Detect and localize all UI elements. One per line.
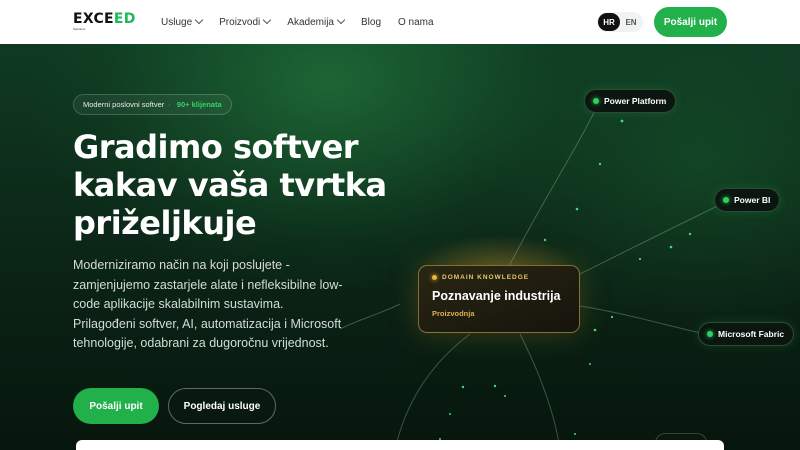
badge-text: Moderni poslovni softver bbox=[83, 100, 165, 109]
nav-label: Blog bbox=[360, 16, 381, 28]
green-dot-icon bbox=[593, 98, 599, 104]
logo-text: EXCEED bbox=[73, 11, 136, 27]
language-switcher: HR EN bbox=[597, 12, 643, 32]
domain-knowledge-card: DOMAIN KNOWLEDGE Poznavanje industrija P… bbox=[418, 265, 580, 333]
node-microsoft-fabric: Microsoft Fabric bbox=[698, 322, 795, 346]
line-down-left bbox=[394, 333, 471, 450]
logo-subtext: Solutions bbox=[73, 27, 86, 31]
send-inquiry-button[interactable]: Pošalji upit bbox=[73, 388, 159, 424]
nav-item-o-nama[interactable]: O nama bbox=[398, 14, 434, 30]
gold-dot-icon bbox=[432, 275, 437, 280]
card-kicker: DOMAIN KNOWLEDGE bbox=[432, 274, 566, 281]
node-power-platform: Power Platform bbox=[584, 89, 677, 113]
badge-highlight: 90+ klijenata bbox=[176, 100, 222, 109]
nav-item-usluge[interactable]: Usluge bbox=[161, 14, 204, 30]
main-nav: Usluge Proizvodi Akademija Blog O nama bbox=[161, 14, 451, 30]
line-to-microsoft-fabric bbox=[579, 305, 706, 335]
nav-item-akademija[interactable]: Akademija bbox=[287, 14, 346, 30]
line-to-power-bi bbox=[559, 199, 731, 285]
exceed-logo[interactable]: EXCEED Solutions bbox=[73, 12, 137, 32]
card-kicker-text: DOMAIN KNOWLEDGE bbox=[442, 274, 530, 281]
green-dot-icon bbox=[723, 197, 729, 203]
header-send-inquiry-button[interactable]: Pošalji upit bbox=[654, 7, 727, 37]
chevron-down-icon bbox=[336, 15, 346, 25]
view-services-button[interactable]: Pogledaj usluge bbox=[168, 388, 276, 424]
node-label: Power BI bbox=[734, 195, 771, 205]
hero-badge: Moderni poslovni softver · 90+ klijenata bbox=[73, 94, 232, 115]
logo-accent-text: ED bbox=[113, 11, 136, 27]
badge-separator: · bbox=[168, 100, 171, 109]
line-down-center bbox=[519, 333, 561, 450]
nav-label: Akademija bbox=[287, 16, 334, 28]
node-label: Microsoft Fabric bbox=[718, 329, 785, 339]
chevron-down-icon bbox=[263, 15, 272, 25]
nav-label: Usluge bbox=[161, 16, 193, 28]
bottom-panel-edge bbox=[76, 440, 724, 450]
line-left bbox=[339, 303, 401, 330]
node-power-bi: Power BI bbox=[714, 188, 781, 212]
nav-label: Proizvodi bbox=[219, 16, 261, 28]
hero-description: Moderniziramo način na koji poslujete - … bbox=[73, 258, 343, 350]
node-label: Power Platform bbox=[604, 96, 667, 106]
top-navigation-bar: EXCEED Solutions Usluge Proizvodi Akadem… bbox=[0, 0, 800, 44]
chevron-down-icon bbox=[194, 15, 204, 25]
language-en-button[interactable]: EN bbox=[620, 13, 642, 31]
nav-item-blog[interactable]: Blog bbox=[361, 14, 381, 30]
green-dot-icon bbox=[707, 331, 713, 337]
language-hr-button[interactable]: HR bbox=[598, 13, 620, 31]
hero-title: Gradimo softver kakav vaša tvrtka prižel… bbox=[73, 128, 387, 242]
card-subtitle: Proizvodnja bbox=[432, 309, 475, 318]
nav-item-proizvodi[interactable]: Proizvodi bbox=[219, 14, 272, 30]
card-title: Poznavanje industrija bbox=[432, 289, 561, 303]
hero-section: Moderni poslovni softver · 90+ klijenata… bbox=[0, 44, 800, 450]
nav-label: O nama bbox=[398, 16, 434, 28]
